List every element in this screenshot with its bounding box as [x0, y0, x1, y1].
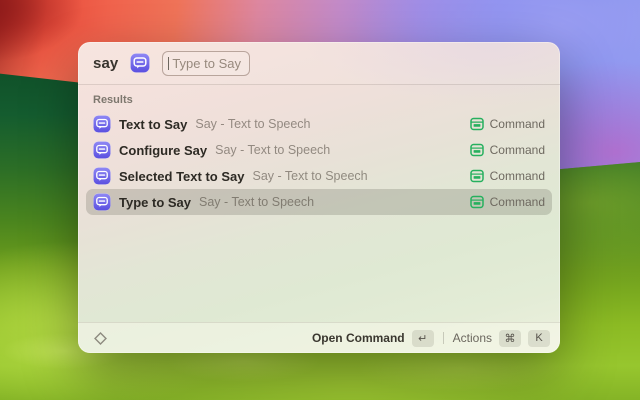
raycast-logo-icon — [93, 331, 108, 346]
result-title: Text to Say — [119, 117, 187, 132]
accessory-label: Command — [490, 169, 545, 183]
result-title: Selected Text to Say — [119, 169, 244, 184]
actions-button[interactable]: Actions — [453, 331, 492, 345]
search-bar[interactable]: say Type to Say — [78, 42, 560, 85]
result-title: Configure Say — [119, 143, 207, 158]
text-cursor — [168, 57, 169, 70]
command-type-icon — [470, 117, 484, 131]
result-title: Type to Say — [119, 195, 191, 210]
return-key-badge: ↵ — [412, 330, 434, 347]
command-type-icon — [470, 143, 484, 157]
cmd-key-badge: ⌘ — [499, 330, 521, 347]
empty-results-area — [78, 215, 560, 322]
say-app-icon — [130, 53, 150, 73]
k-key-badge: K — [528, 330, 550, 347]
result-subtitle: Say - Text to Speech — [252, 169, 367, 183]
accessory-label: Command — [490, 117, 545, 131]
result-row-selected-text-to-say[interactable]: Selected Text to Say Say - Text to Speec… — [86, 163, 552, 189]
result-accessory: Command — [470, 195, 545, 209]
argument-placeholder: Type to Say — [172, 56, 241, 71]
results-section-label: Results — [78, 85, 560, 111]
command-type-icon — [470, 195, 484, 209]
raycast-launcher-window: say Type to Say Results Text to Say Say … — [78, 42, 560, 353]
accessory-label: Command — [490, 143, 545, 157]
result-subtitle: Say - Text to Speech — [195, 117, 310, 131]
search-query-text[interactable]: say — [93, 55, 118, 72]
say-app-icon — [93, 167, 111, 185]
say-app-icon — [93, 115, 111, 133]
accessory-label: Command — [490, 195, 545, 209]
footer-action-bar: Open Command ↵ Actions ⌘ K — [78, 322, 560, 353]
results-list: Text to Say Say - Text to Speech Command… — [78, 111, 560, 215]
say-app-icon — [93, 193, 111, 211]
result-accessory: Command — [470, 117, 545, 131]
say-app-icon — [93, 141, 111, 159]
result-row-text-to-say[interactable]: Text to Say Say - Text to Speech Command — [86, 111, 552, 137]
result-subtitle: Say - Text to Speech — [215, 143, 330, 157]
open-command-button[interactable]: Open Command — [312, 331, 405, 345]
result-row-configure-say[interactable]: Configure Say Say - Text to Speech Comma… — [86, 137, 552, 163]
result-accessory: Command — [470, 169, 545, 183]
footer-divider — [443, 332, 444, 344]
result-subtitle: Say - Text to Speech — [199, 195, 314, 209]
argument-input[interactable]: Type to Say — [162, 51, 250, 76]
command-type-icon — [470, 169, 484, 183]
result-accessory: Command — [470, 143, 545, 157]
result-row-type-to-say-selected[interactable]: Type to Say Say - Text to Speech Command — [86, 189, 552, 215]
